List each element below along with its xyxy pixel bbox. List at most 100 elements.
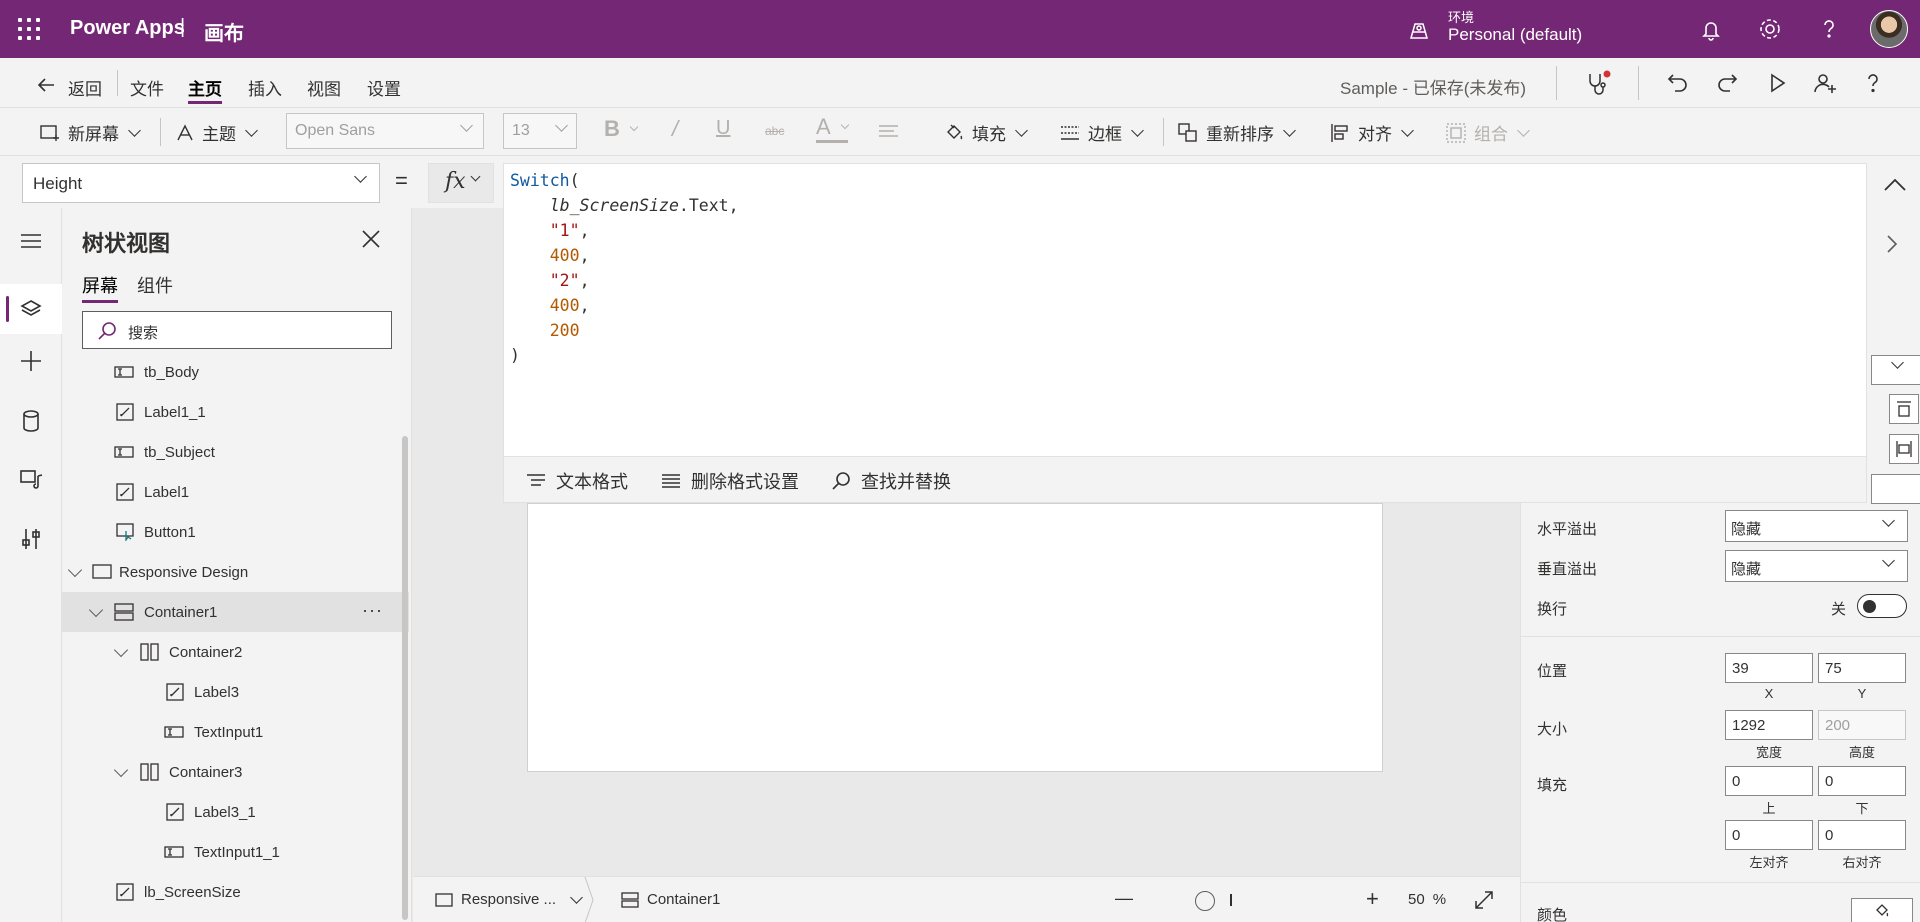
tree-item[interactable]: TextInput1 <box>62 712 409 752</box>
tree-item-screen[interactable]: Responsive Design <box>62 552 409 592</box>
play-preview-icon[interactable] <box>1764 70 1790 96</box>
tree-item[interactable]: Label3_1 <box>62 792 409 832</box>
tab-file[interactable]: 文件 <box>130 75 164 100</box>
fx-function-button[interactable]: fx <box>428 163 494 203</box>
tree-item[interactable]: Label1_1 <box>62 392 409 432</box>
tab-insert[interactable]: 插入 <box>248 75 282 100</box>
italic-icon[interactable]: / <box>672 116 678 142</box>
tree-view-layers-icon[interactable] <box>18 296 44 322</box>
theme-button[interactable]: 主题 <box>176 120 258 145</box>
wrap-state: 关 <box>1831 601 1847 618</box>
tree-item[interactable]: Label1 <box>62 472 409 512</box>
chevron-down-icon[interactable] <box>88 602 104 618</box>
color-picker-button[interactable] <box>1851 898 1913 922</box>
tree-item[interactable]: tb_Subject <box>62 432 409 472</box>
v-overflow-dropdown[interactable]: 隐藏 <box>1725 550 1908 582</box>
media-icon[interactable] <box>18 466 44 492</box>
tree-item[interactable]: Container2 <box>62 632 409 672</box>
control-breadcrumb[interactable]: Container1 <box>621 891 720 908</box>
notifications-icon[interactable] <box>1697 15 1725 43</box>
position-y-input[interactable]: 75 <box>1818 653 1906 683</box>
padding-right-input[interactable]: 0 <box>1818 820 1906 850</box>
font-family-select[interactable]: Open Sans <box>286 113 484 149</box>
border-button[interactable]: 边框 <box>1060 120 1144 145</box>
strikethrough-icon[interactable]: abc <box>765 124 784 138</box>
screen-breadcrumb[interactable]: Responsive ... <box>435 890 583 908</box>
zoom-slider-thumb[interactable] <box>1195 891 1215 911</box>
zoom-slider-track[interactable] <box>1230 894 1232 906</box>
padding-left-input[interactable]: 0 <box>1725 820 1813 850</box>
tab-home[interactable]: 主页 <box>188 75 222 104</box>
padding-top-input[interactable]: 0 <box>1725 766 1813 796</box>
tab-view[interactable]: 视图 <box>307 75 341 100</box>
property-input[interactable] <box>1871 474 1920 504</box>
environment-icon[interactable] <box>1406 16 1432 42</box>
collapse-formula-chevron-up-icon[interactable] <box>1876 166 1914 204</box>
group-button[interactable]: 组合 <box>1446 120 1530 145</box>
wrap-toggle[interactable] <box>1857 594 1907 618</box>
redo-icon[interactable] <box>1714 70 1740 96</box>
tree-scrollbar[interactable] <box>402 436 408 920</box>
font-size-select[interactable]: 13 <box>503 113 577 149</box>
width-input[interactable]: 1292 <box>1725 710 1813 740</box>
tree-item[interactable]: lb_ScreenSize <box>62 872 409 912</box>
tree-item[interactable]: TextInput1_1 <box>62 832 409 872</box>
back-button[interactable]: 返回 <box>68 75 102 100</box>
tree-item[interactable]: Container3 <box>62 752 409 792</box>
tree-item[interactable]: Button1 <box>62 512 409 552</box>
tree-item[interactable]: Label3 <box>62 672 409 712</box>
justify-icon[interactable] <box>1889 434 1919 464</box>
tree-search-input[interactable]: 搜索 <box>82 311 392 349</box>
zoom-in-button[interactable]: + <box>1366 886 1379 912</box>
back-arrow-icon[interactable] <box>36 75 56 95</box>
undo-icon[interactable] <box>1665 70 1691 96</box>
insert-plus-icon[interactable] <box>18 348 44 374</box>
close-icon[interactable] <box>360 228 382 250</box>
align-button[interactable]: 对齐 <box>1330 120 1414 145</box>
tab-settings[interactable]: 设置 <box>367 75 401 100</box>
font-color-icon[interactable]: A <box>816 114 849 143</box>
chevron-right-icon[interactable] <box>1879 232 1903 256</box>
environment-value[interactable]: Personal (default) <box>1448 25 1582 45</box>
remove-format-button[interactable]: 删除格式设置 <box>661 468 799 494</box>
app-launcher-icon[interactable] <box>18 18 40 40</box>
share-user-icon[interactable] <box>1812 70 1838 96</box>
chevron-down-icon[interactable] <box>113 762 129 778</box>
chevron-down-icon[interactable] <box>67 562 83 578</box>
find-replace-button[interactable]: 查找并替换 <box>831 468 951 494</box>
more-options-icon[interactable]: ··· <box>362 600 383 621</box>
advanced-tools-icon[interactable] <box>18 526 44 552</box>
chevron-down-icon[interactable] <box>113 642 129 658</box>
help-icon[interactable] <box>1815 15 1843 43</box>
new-screen-button[interactable]: 新屏幕 <box>40 120 141 145</box>
formula-code[interactable]: Switch( lb_ScreenSize.Text, "1", 400, "2… <box>510 168 739 368</box>
bold-icon[interactable]: B <box>604 116 639 142</box>
format-text-button[interactable]: 文本格式 <box>526 468 628 494</box>
fit-to-window-icon[interactable] <box>1473 889 1495 911</box>
underline-icon[interactable]: U <box>716 117 730 140</box>
text-align-icon[interactable] <box>878 124 906 140</box>
align-top-icon[interactable] <box>1889 394 1919 424</box>
tree-item[interactable]: tb_Body <box>62 352 409 392</box>
fill-button[interactable]: 填充 <box>944 120 1028 145</box>
position-x-input[interactable]: 39 <box>1725 653 1813 683</box>
property-select[interactable]: Height <box>22 163 380 203</box>
formula-editor[interactable]: Switch( lb_ScreenSize.Text, "1", 400, "2… <box>503 163 1867 457</box>
zoom-out-button[interactable]: — <box>1115 888 1133 909</box>
tree-item-selected[interactable]: Container1 ··· <box>62 592 409 632</box>
settings-gear-icon[interactable] <box>1756 15 1784 43</box>
user-avatar[interactable] <box>1870 10 1908 48</box>
height-input[interactable]: 200 <box>1818 710 1906 740</box>
app-screen-canvas[interactable] <box>527 503 1383 772</box>
property-dropdown[interactable] <box>1871 355 1920 385</box>
hamburger-menu-icon[interactable] <box>18 228 44 254</box>
reorder-button[interactable]: 重新排序 <box>1178 120 1296 145</box>
tab-screens[interactable]: 屏幕 <box>82 272 118 303</box>
app-checker-stethoscope-icon[interactable] <box>1583 69 1611 97</box>
tab-components[interactable]: 组件 <box>137 272 173 298</box>
padding-bottom-input[interactable]: 0 <box>1818 766 1906 796</box>
data-cylinder-icon[interactable] <box>18 408 44 434</box>
code-string: "1" <box>549 221 580 240</box>
help-icon[interactable] <box>1860 70 1886 96</box>
h-overflow-dropdown[interactable]: 隐藏 <box>1725 510 1908 542</box>
